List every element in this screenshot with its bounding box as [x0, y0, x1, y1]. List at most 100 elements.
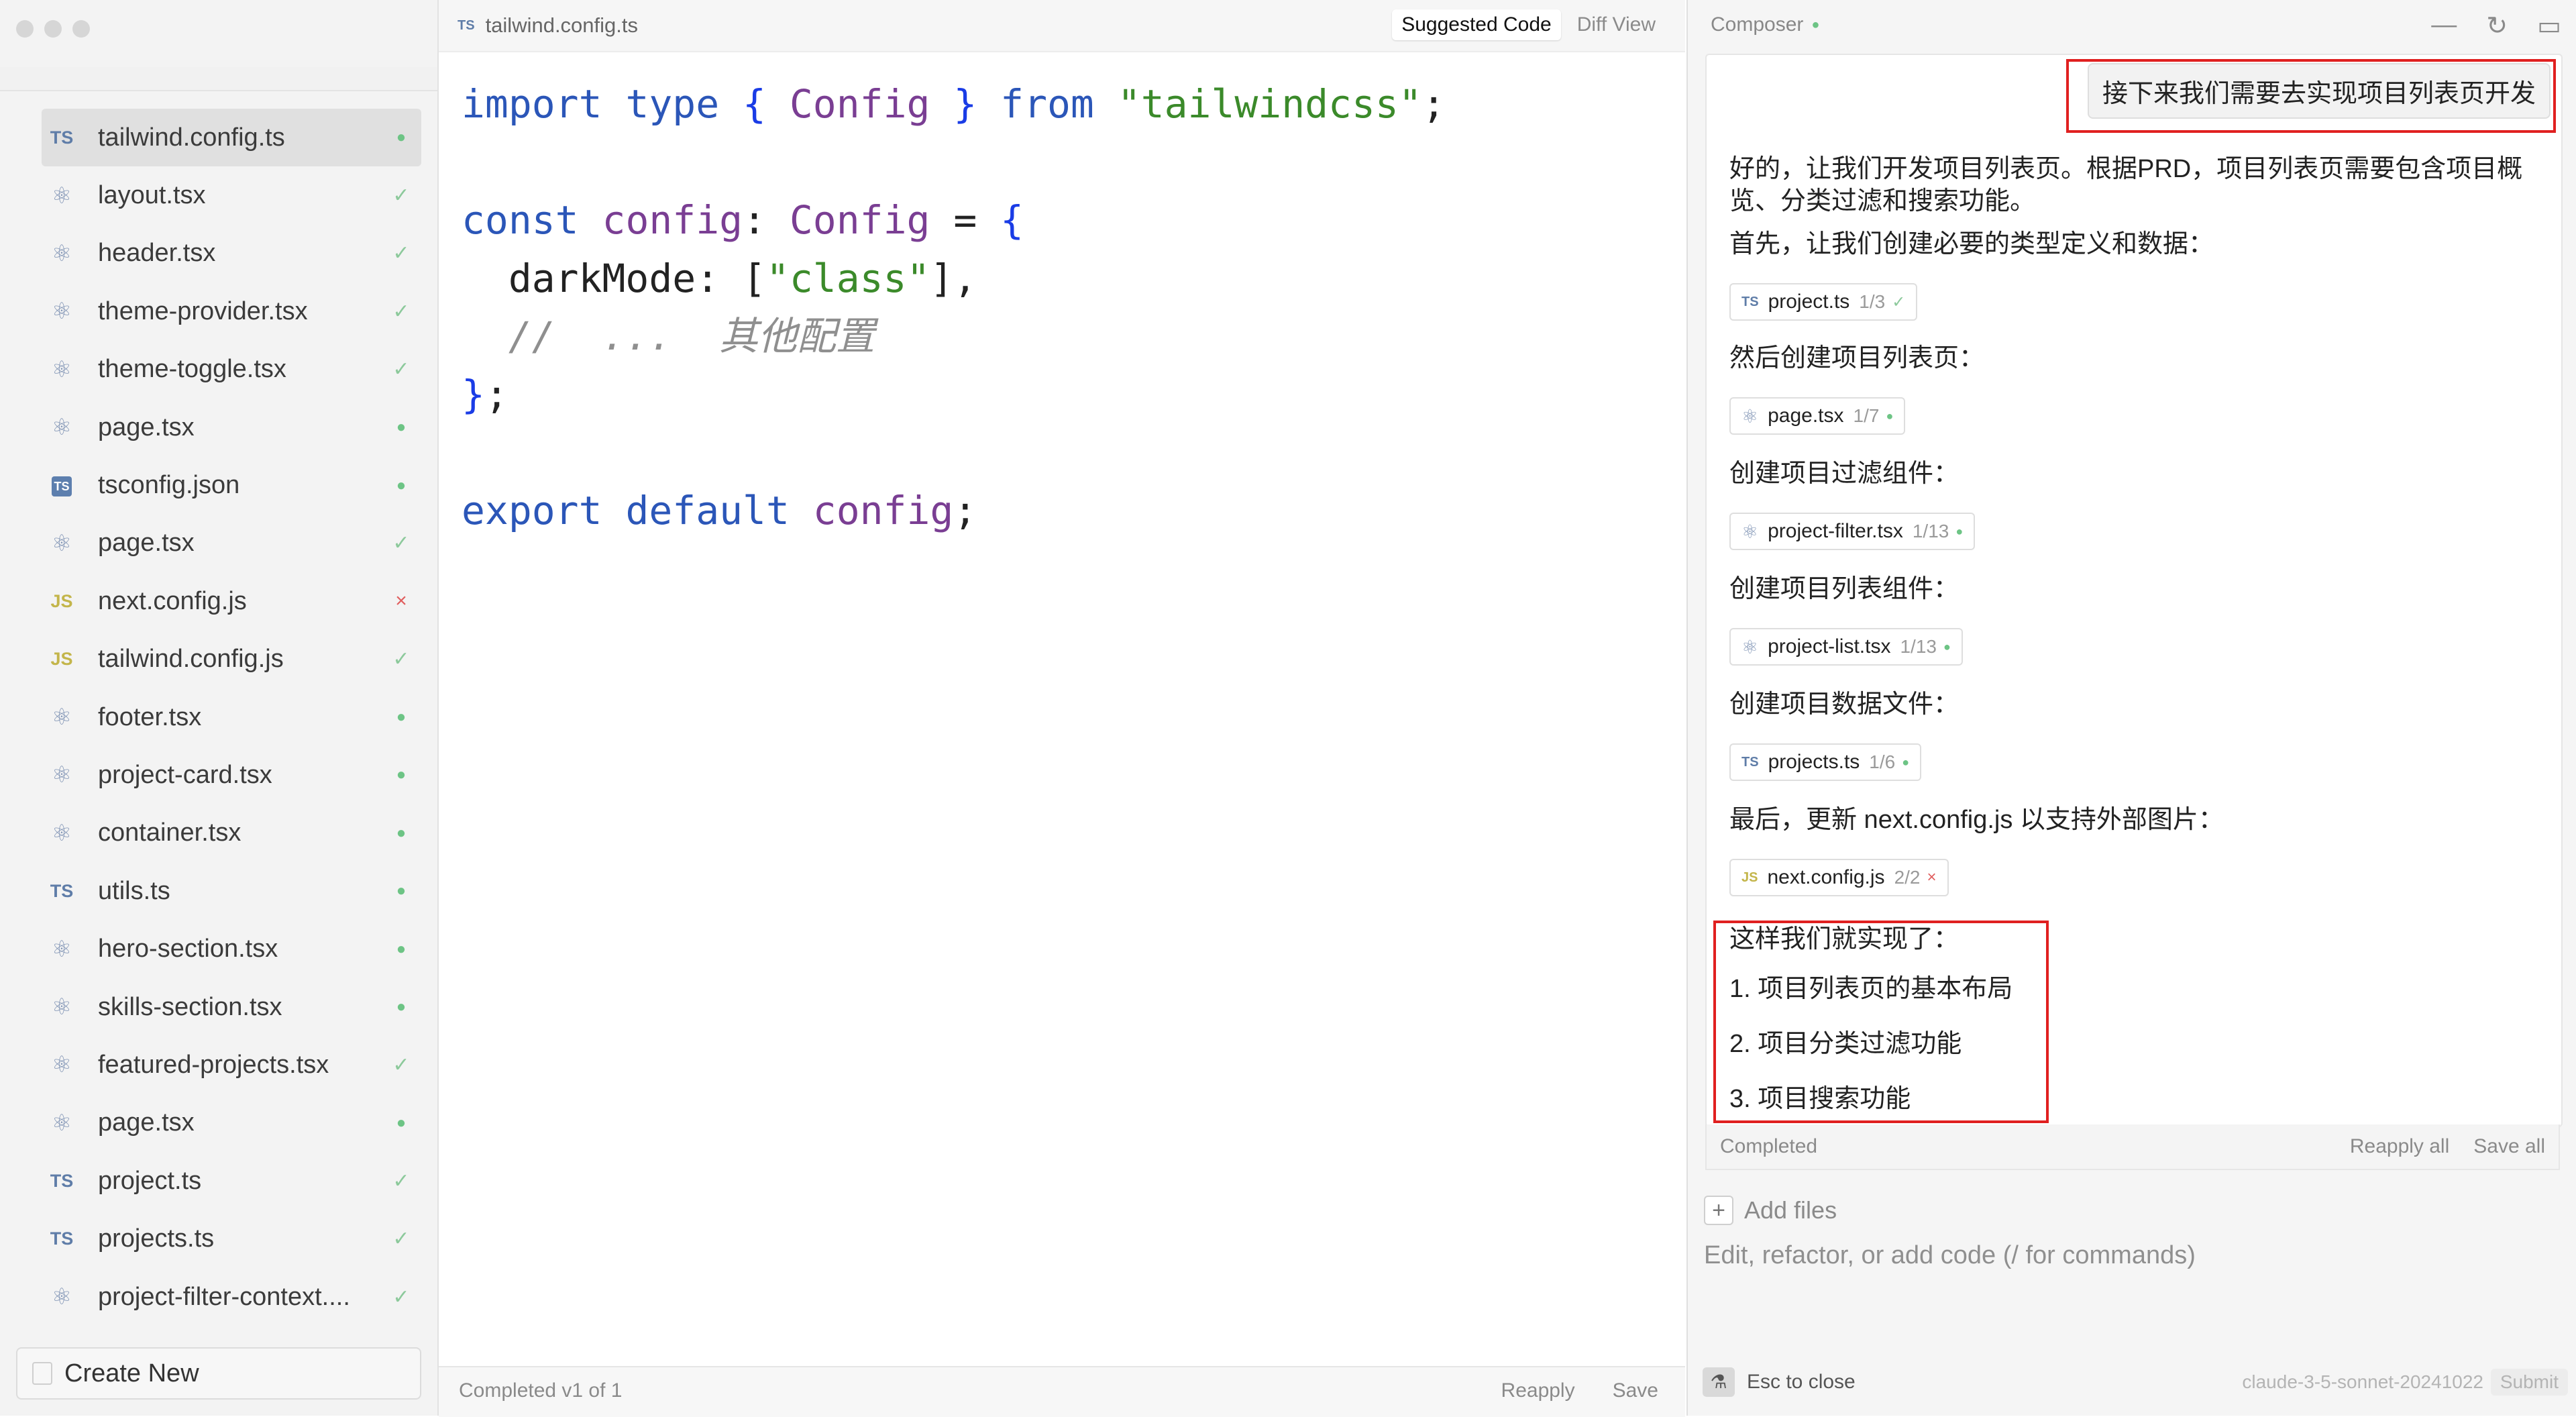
new-file-icon	[32, 1362, 52, 1385]
composer-prompt-input[interactable]: Edit, refactor, or add code (/ for comma…	[1704, 1241, 2196, 1270]
pending-status-icon: ●	[1955, 524, 1964, 538]
pending-status-icon: ●	[396, 476, 407, 494]
code-content[interactable]: import type { Config } from "tailwindcss…	[462, 75, 1446, 539]
react-file-icon: ⚛	[1741, 636, 1759, 658]
sidebar-file-item[interactable]: ⚛ page.tsx ●	[42, 399, 421, 456]
add-files-button[interactable]: + Add files	[1704, 1196, 1837, 1225]
sidebar-file-item[interactable]: ⚛ hero-section.tsx ●	[42, 920, 421, 978]
file-chip-count: 1/7	[1853, 405, 1880, 426]
file-chip-name: project.ts	[1768, 291, 1850, 313]
composer-panel: Composer ● — ↻ ▭ 接下来我们需要去实现项目列表页开发 好的，让我…	[1686, 0, 2576, 1416]
check-icon: ✓	[392, 185, 410, 207]
react-file-icon: ⚛	[51, 415, 72, 441]
code-editor: TS tailwind.config.ts Suggested Code Dif…	[439, 0, 1685, 1417]
close-window-button[interactable]	[16, 20, 34, 38]
save-all-button[interactable]: Save all	[2473, 1135, 2545, 1158]
editor-tab-label: tailwind.config.ts	[485, 13, 639, 37]
react-file-icon: ⚛	[51, 936, 72, 962]
summary-intro: 这样我们就实现了：	[1729, 925, 1960, 953]
sidebar-file-item[interactable]: TS utils.ts ●	[42, 862, 421, 920]
file-chip[interactable]: TS project.ts 1/3 ✓	[1729, 283, 1918, 321]
summary-item: 2. 项目分类过滤功能	[1729, 1030, 1962, 1058]
reapply-button[interactable]: Reapply	[1501, 1379, 1575, 1402]
file-chip-name: page.tsx	[1768, 405, 1844, 427]
submit-button[interactable]: Submit	[2490, 1369, 2568, 1396]
file-chip[interactable]: ⚛ page.tsx 1/7 ●	[1729, 397, 1906, 435]
check-icon: ✓	[1892, 293, 1906, 311]
react-file-icon: ⚛	[51, 762, 72, 788]
pending-status-icon: ●	[1886, 409, 1894, 423]
sidebar-file-item[interactable]: ⚛ theme-toggle.tsx ✓	[42, 341, 421, 399]
sidebar-file-item[interactable]: TS tsconfig.json ●	[42, 456, 421, 514]
sidebar-file-name: footer.tsx	[98, 702, 202, 731]
plus-icon: +	[1704, 1196, 1733, 1225]
zoom-window-button[interactable]	[72, 20, 90, 38]
minimize-icon[interactable]: —	[2431, 11, 2457, 41]
file-chip[interactable]: ⚛ project-filter.tsx 1/13 ●	[1729, 513, 1976, 550]
sidebar-file-item[interactable]: JS tailwind.config.js ✓	[42, 631, 421, 688]
sidebar-file-name: page.tsx	[98, 529, 195, 558]
sidebar-file-item[interactable]: ⚛ header.tsx ✓	[42, 225, 421, 282]
model-selector[interactable]: claude-3-5-sonnet-20241022	[2242, 1371, 2483, 1393]
react-file-icon: ⚛	[51, 1110, 72, 1136]
pending-status-icon: ●	[396, 882, 407, 900]
pending-status-icon: ●	[396, 128, 407, 147]
sidebar-file-name: skills-section.tsx	[98, 992, 282, 1021]
sidebar-file-item[interactable]: TS project.ts ✓	[42, 1152, 421, 1210]
pending-status-icon: ●	[396, 1113, 407, 1132]
sidebar-file-item[interactable]: ⚛ layout.tsx ✓	[42, 166, 421, 224]
typescript-file-icon: TS	[1741, 754, 1759, 770]
editor-tab-bar: TS tailwind.config.ts Suggested Code Dif…	[439, 0, 1685, 52]
diff-view-tab[interactable]: Diff View	[1568, 9, 1665, 40]
sidebar-file-item[interactable]: JS next.config.js ×	[42, 572, 421, 630]
assistant-line: 创建项目过滤组件：	[1729, 460, 1960, 488]
composer-status-actions: Reapply all Save all	[2350, 1135, 2545, 1158]
sidebar-file-item[interactable]: TS projects.ts ✓	[42, 1210, 421, 1267]
reapply-all-button[interactable]: Reapply all	[2350, 1135, 2449, 1158]
file-chip[interactable]: JS next.config.js 2/2 ×	[1729, 859, 1949, 896]
file-chip-count: 2/2	[1894, 867, 1921, 888]
tsconfig-file-icon: TS	[42, 474, 82, 497]
file-chip[interactable]: TS projects.ts 1/6 ●	[1729, 743, 1922, 781]
react-file-icon: ⚛	[51, 299, 72, 325]
sidebar-file-item[interactable]: ⚛ project-card.tsx ●	[42, 746, 421, 804]
react-file-icon: ⚛	[51, 240, 72, 266]
sidebar-file-item[interactable]: ⚛ footer.tsx ●	[42, 688, 421, 746]
history-icon[interactable]: ↻	[2486, 11, 2508, 41]
pending-status-icon: ●	[396, 939, 407, 958]
minimize-window-button[interactable]	[44, 20, 62, 38]
editor-tab[interactable]: TS tailwind.config.ts	[458, 0, 638, 51]
create-new-button[interactable]: Create New	[16, 1347, 421, 1400]
composer-status: Completed	[1720, 1135, 1818, 1157]
sidebar-file-name: theme-toggle.tsx	[98, 355, 286, 384]
flask-icon[interactable]: ⚗	[1703, 1367, 1735, 1397]
pending-status-icon: ●	[1943, 639, 1951, 653]
rejected-x-icon: ×	[395, 590, 407, 613]
assistant-line: 创建项目列表组件：	[1729, 575, 1960, 603]
save-button[interactable]: Save	[1613, 1379, 1658, 1402]
file-chip[interactable]: ⚛ project-list.tsx 1/13 ●	[1729, 628, 1963, 666]
chat-thread: 接下来我们需要去实现项目列表页开发 好的，让我们开发项目列表页。根据PRD，项目…	[1705, 54, 2563, 1127]
sidebar-file-name: page.tsx	[98, 413, 195, 441]
esc-hint: ⚗ Esc to close	[1703, 1367, 1856, 1397]
sidebar-file-item[interactable]: ⚛ project-filter-context.... ✓	[42, 1268, 421, 1326]
sidebar-file-item[interactable]: ⚛ theme-provider.tsx ✓	[42, 282, 421, 340]
sidebar-file-name: next.config.js	[98, 586, 247, 615]
check-icon: ✓	[392, 532, 410, 555]
composer-header-actions: — ↻ ▭	[2431, 11, 2561, 41]
layout-toggle-icon[interactable]: ▭	[2537, 11, 2561, 41]
react-file-icon: ⚛	[51, 994, 72, 1020]
sidebar-file-item[interactable]: ⚛ page.tsx ✓	[42, 515, 421, 572]
sidebar-file-item[interactable]: ⚛ skills-section.tsx ●	[42, 978, 421, 1036]
react-file-icon: ⚛	[51, 530, 72, 556]
sidebar-file-item[interactable]: ⚛ container.tsx ●	[42, 804, 421, 862]
editor-footer: Completed v1 of 1 Reapply Save	[439, 1366, 1685, 1417]
sidebar-file-name: page.tsx	[98, 1108, 195, 1137]
sidebar-file-item[interactable]: TS tailwind.config.ts ●	[42, 109, 421, 167]
sidebar-file-item[interactable]: ⚛ page.tsx ●	[42, 1094, 421, 1152]
typescript-file-icon: TS	[50, 127, 74, 148]
javascript-file-icon: JS	[50, 649, 73, 670]
sidebar-file-item[interactable]: ⚛ featured-projects.tsx ✓	[42, 1036, 421, 1094]
suggested-code-tab[interactable]: Suggested Code	[1392, 9, 1561, 40]
file-chip-name: project-filter.tsx	[1768, 520, 1903, 542]
